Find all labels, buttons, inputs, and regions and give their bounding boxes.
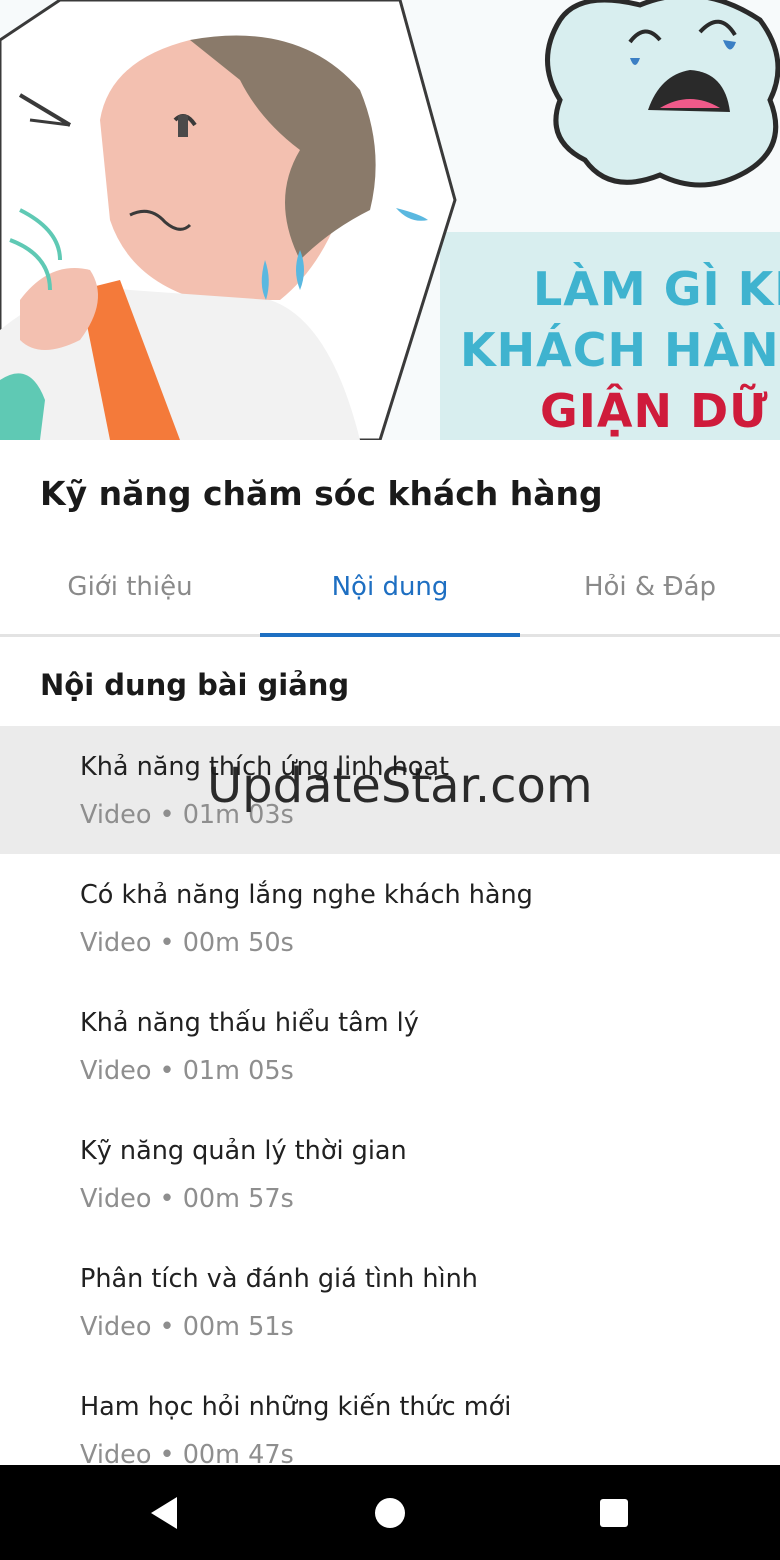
lesson-meta: Video • 00m 57s: [80, 1184, 294, 1214]
tab-qa[interactable]: Hỏi & Đáp: [520, 540, 780, 634]
lesson-meta: Video • 01m 05s: [80, 1056, 294, 1086]
lesson-title: Ham học hỏi những kiến thức mới: [80, 1392, 512, 1422]
thumbnail-text-line-2: KHÁCH HÀNG: [460, 323, 780, 377]
nav-home-button[interactable]: [330, 1465, 450, 1560]
lesson-title: Phân tích và đánh giá tình hình: [80, 1264, 478, 1294]
close-button[interactable]: [40, 32, 100, 92]
close-icon: [46, 38, 70, 62]
nav-back-button[interactable]: [104, 1465, 224, 1560]
lesson-item[interactable]: Có khả năng lắng nghe khách hàng Video •…: [0, 854, 780, 982]
tab-bar: Giới thiệu Nội dung Hỏi & Đáp: [0, 540, 780, 637]
watermark-text: UpdateStar.com: [207, 758, 593, 814]
system-navigation-bar: [0, 1465, 780, 1560]
lesson-title: Kỹ năng quản lý thời gian: [80, 1136, 407, 1166]
lesson-item[interactable]: Khả năng thấu hiểu tâm lý Video • 01m 05…: [0, 982, 780, 1110]
course-title: Kỹ năng chăm sóc khách hàng: [40, 474, 603, 513]
lesson-title: Có khả năng lắng nghe khách hàng: [80, 880, 533, 910]
thumbnail-text-line-1: LÀM GÌ KHI: [533, 262, 780, 316]
lesson-list: Khả năng thích ứng linh hoạt Video • 01m…: [0, 726, 780, 1494]
nav-recents-button[interactable]: [554, 1465, 674, 1560]
tab-introduction[interactable]: Giới thiệu: [0, 540, 260, 634]
lesson-item[interactable]: Phân tích và đánh giá tình hình Video • …: [0, 1238, 780, 1366]
lesson-meta: Video • 00m 50s: [80, 928, 294, 958]
tab-content[interactable]: Nội dung: [260, 540, 520, 637]
lesson-meta: Video • 00m 51s: [80, 1312, 294, 1342]
lesson-item[interactable]: Kỹ năng quản lý thời gian Video • 00m 57…: [0, 1110, 780, 1238]
thumbnail-text-line-3: GIẬN DỮ: [540, 384, 769, 438]
lesson-title: Khả năng thấu hiểu tâm lý: [80, 1008, 419, 1038]
section-title: Nội dung bài giảng: [40, 668, 350, 702]
recents-square-icon: [600, 1498, 628, 1527]
home-circle-icon: [375, 1497, 405, 1528]
course-thumbnail: LÀM GÌ KHI KHÁCH HÀNG GIẬN DỮ: [0, 0, 780, 440]
back-triangle-icon: [151, 1496, 177, 1529]
